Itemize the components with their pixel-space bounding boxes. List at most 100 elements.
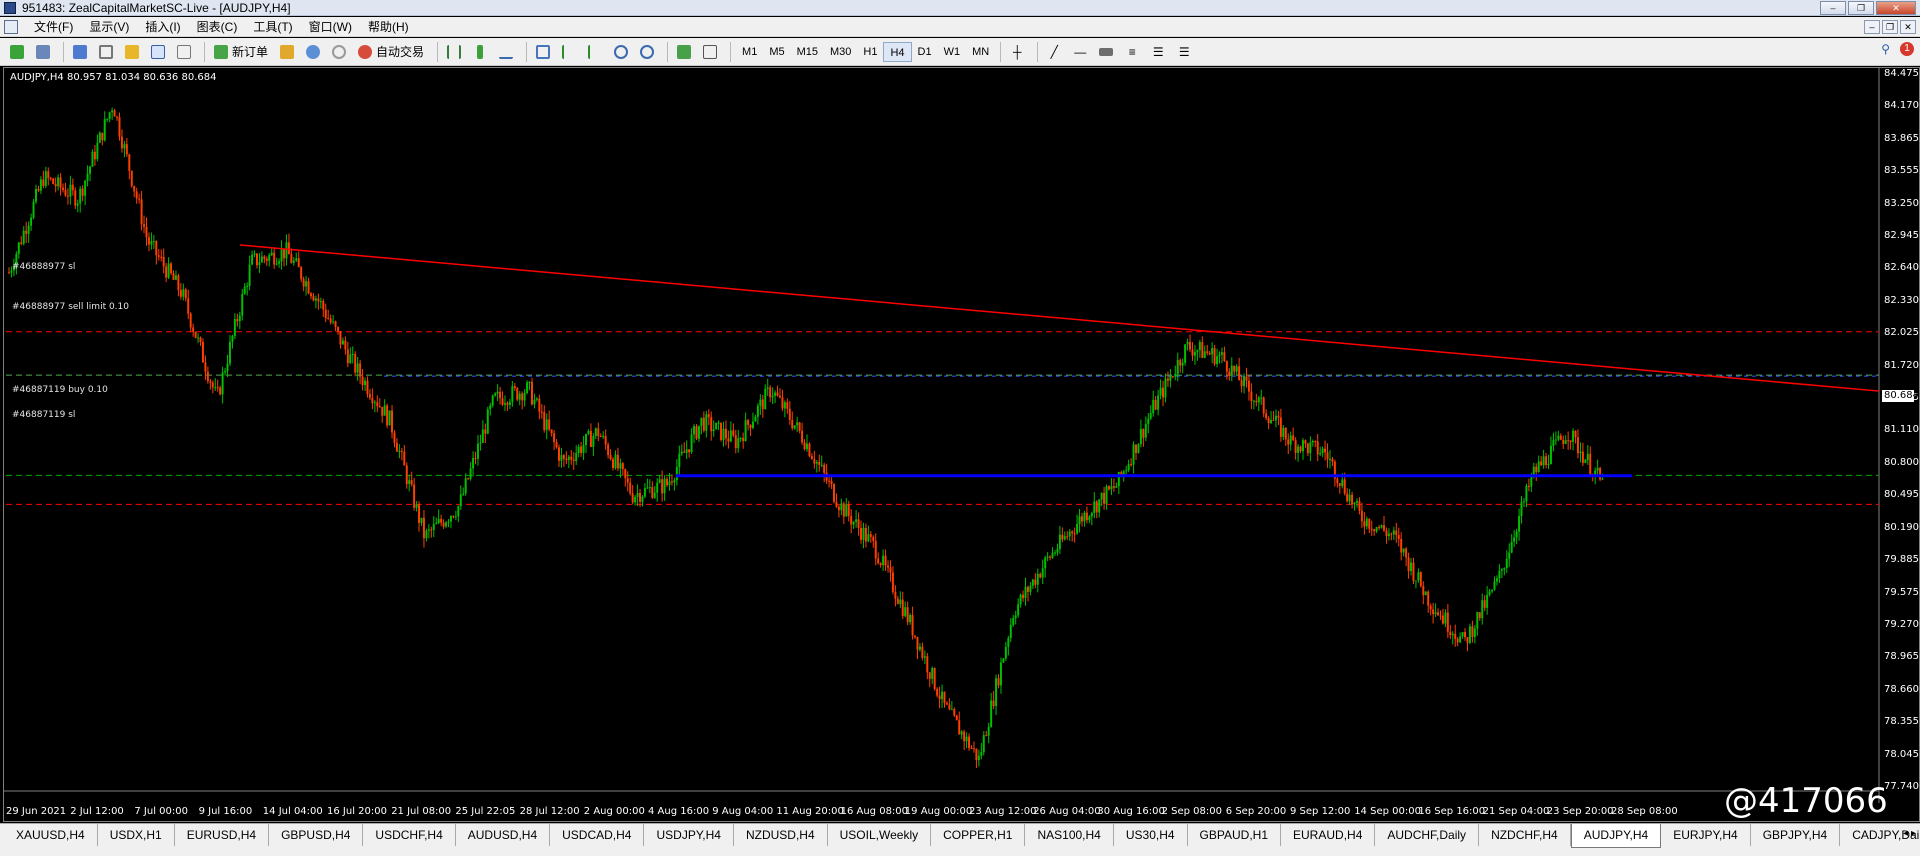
candlestick-button[interactable]	[469, 41, 491, 63]
hline-tool-button[interactable]: —	[1069, 41, 1091, 63]
child-close-button[interactable]: ✕	[1900, 20, 1916, 34]
tab-audusd[interactable]: AUDUSD,H4	[456, 824, 551, 846]
market-watch-button[interactable]	[69, 41, 91, 63]
tab-usoil[interactable]: USOIL,Weekly	[828, 824, 932, 846]
candle-body	[1495, 578, 1498, 582]
tile-windows-button[interactable]	[532, 41, 554, 63]
child-minimize-button[interactable]: –	[1864, 20, 1880, 34]
candle-body	[948, 704, 951, 710]
tab-nzdchf[interactable]: NZDCHF,H4	[1479, 824, 1571, 846]
candle-body	[312, 296, 315, 301]
zoom-out-button[interactable]	[636, 41, 658, 63]
templates-button[interactable]	[699, 41, 721, 63]
candle-body	[1358, 501, 1361, 511]
navigator-button[interactable]	[121, 41, 143, 63]
pitchfork-tool-button[interactable]: ≡	[1121, 41, 1143, 63]
tab-copper[interactable]: COPPER,H1	[931, 824, 1026, 846]
menu-file[interactable]: 文件(F)	[26, 18, 81, 35]
candle-body	[368, 393, 371, 398]
tab-usdx[interactable]: USDX,H1	[98, 824, 175, 846]
fibo-fan-tool-button[interactable]: ☰	[1173, 41, 1195, 63]
zoom-in-button[interactable]	[610, 41, 632, 63]
trendline-tool-button[interactable]: ╱	[1043, 41, 1065, 63]
candle-body	[653, 492, 656, 498]
child-restore-button[interactable]: ❐	[1882, 20, 1898, 34]
timeframe-m30[interactable]: M30	[824, 42, 857, 62]
tab-audjpy[interactable]: AUDJPY,H4	[1570, 824, 1662, 848]
tab-usdchf[interactable]: USDCHF,H4	[363, 824, 456, 846]
timeframe-d1[interactable]: D1	[912, 42, 938, 62]
candle-body	[1142, 428, 1145, 438]
fibo-tool-button[interactable]: ☰	[1147, 41, 1169, 63]
menu-help[interactable]: 帮助(H)	[360, 18, 417, 35]
signals-button[interactable]	[328, 41, 350, 63]
tab-us30[interactable]: US30,H4	[1114, 824, 1188, 846]
community-button[interactable]	[302, 41, 324, 63]
menu-insert[interactable]: 插入(I)	[137, 18, 188, 35]
price-chart[interactable]	[4, 68, 1919, 821]
menu-charts[interactable]: 图表(C)	[189, 18, 246, 35]
notification-badge[interactable]: 1	[1900, 42, 1914, 56]
maximize-button[interactable]: ❐	[1848, 1, 1874, 15]
timeframe-m1[interactable]: M1	[736, 42, 763, 62]
cursor-tool-button[interactable]: ┼	[1006, 41, 1028, 63]
fibo-icon: ☰	[1152, 44, 1164, 59]
tab-gbpjpy[interactable]: GBPJPY,H4	[1751, 824, 1841, 846]
tab-xauusd[interactable]: XAUUSD,H4	[4, 824, 98, 846]
metaeditor-button[interactable]	[276, 41, 298, 63]
new-chart-button[interactable]	[6, 41, 28, 63]
candle-body	[616, 454, 619, 469]
tab-eurjpy[interactable]: EURJPY,H4	[1661, 824, 1751, 846]
timeframe-w1[interactable]: W1	[938, 42, 967, 62]
candle-body	[1346, 493, 1349, 502]
candle-body	[27, 225, 30, 234]
autoscroll-button[interactable]	[584, 41, 606, 63]
timeframe-m5[interactable]: M5	[763, 42, 790, 62]
candle-body	[982, 735, 985, 753]
data-window-button[interactable]	[95, 41, 117, 63]
new-order-button[interactable]: 新订单	[210, 41, 272, 63]
menu-tools[interactable]: 工具(T)	[245, 18, 300, 35]
tab-eurusd[interactable]: EURUSD,H4	[175, 824, 270, 846]
candle-body	[395, 442, 398, 452]
terminal-icon	[151, 44, 165, 59]
candle-body	[577, 446, 580, 454]
chart-window[interactable]: AUDJPY,H4 80.957 81.034 80.636 80.684 #4…	[3, 67, 1920, 822]
profiles-button[interactable]	[32, 41, 54, 63]
menu-window[interactable]: 窗口(W)	[301, 18, 360, 35]
strategy-tester-button[interactable]	[173, 41, 195, 63]
channel-tool-button[interactable]	[1095, 41, 1117, 63]
candle-body	[1137, 444, 1140, 454]
minimize-button[interactable]: –	[1820, 1, 1846, 15]
tab-audchf[interactable]: AUDCHF,Daily	[1375, 824, 1480, 846]
terminal-button[interactable]	[147, 41, 169, 63]
tab-usdjpy[interactable]: USDJPY,H4	[644, 824, 734, 846]
tab-nzdusd[interactable]: NZDUSD,H4	[734, 824, 828, 846]
candle-body	[904, 607, 907, 617]
fibo-fan-icon: ☰	[1178, 44, 1190, 59]
candle-body	[1530, 476, 1533, 487]
close-button[interactable]: ✕	[1876, 1, 1916, 15]
tab-scroll-arrows[interactable]: ◂ ▸	[1903, 828, 1916, 839]
chart-shift-button[interactable]	[558, 41, 580, 63]
community-icon	[306, 44, 321, 59]
timeframe-mn[interactable]: MN	[966, 42, 995, 62]
tab-usdcad[interactable]: USDCAD,H4	[550, 824, 645, 846]
search-icon[interactable]: ⚲	[1881, 42, 1890, 56]
auto-trading-button[interactable]: 自动交易	[354, 41, 428, 63]
timeframe-h1[interactable]: H1	[857, 42, 883, 62]
indicators-button[interactable]	[673, 41, 695, 63]
menu-view[interactable]: 显示(V)	[81, 18, 137, 35]
tab-gbpusd[interactable]: GBPUSD,H4	[269, 824, 364, 846]
candle-body	[864, 527, 867, 542]
bar-chart-button[interactable]	[443, 41, 465, 63]
line-chart-button[interactable]	[495, 41, 517, 63]
candle-body	[1100, 492, 1103, 500]
timeframe-h4[interactable]: H4	[883, 41, 912, 62]
tab-euraud[interactable]: EURAUD,H4	[1281, 824, 1376, 846]
candle-body	[1014, 615, 1017, 619]
tab-nas100[interactable]: NAS100,H4	[1025, 824, 1114, 846]
time-tick-label: 9 Sep 12:00	[1290, 806, 1351, 817]
tab-gbpaud[interactable]: GBPAUD,H1	[1188, 824, 1282, 846]
timeframe-m15[interactable]: M15	[791, 42, 824, 62]
